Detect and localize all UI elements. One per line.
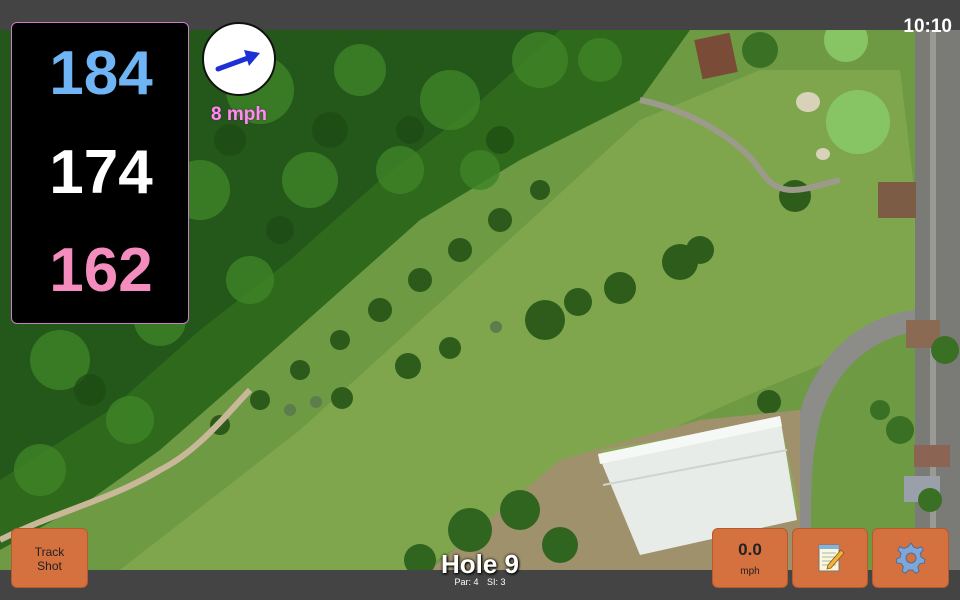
- clock: 10:10: [903, 16, 952, 37]
- gear-icon: [895, 542, 926, 574]
- speed-value: 0.0: [738, 540, 762, 559]
- wind-dial[interactable]: [202, 22, 276, 96]
- settings-button[interactable]: [872, 528, 949, 588]
- speed-unit: mph: [740, 566, 760, 577]
- track-shot-label-line1: Track: [34, 545, 65, 559]
- notepad-icon: [818, 544, 845, 572]
- par-label: Par: 4: [454, 577, 479, 587]
- stroke-index-label: SI: 3: [487, 577, 506, 587]
- golf-gps-screen: 10:10 184 174 162 8 mph Track Shot Hole …: [0, 0, 960, 600]
- notes-button[interactable]: [792, 528, 868, 588]
- front-distance: 162: [49, 236, 153, 305]
- wind-arrow-icon: [215, 50, 260, 72]
- track-shot-label-line2: Shot: [37, 559, 62, 573]
- hole-meta: Par: 4 SI: 3: [420, 577, 540, 587]
- speed-button[interactable]: 0.0 mph: [712, 528, 788, 588]
- middle-distance: 174: [49, 138, 153, 207]
- distance-panel: 184 174 162: [11, 22, 189, 324]
- wind-speed-label: 8 mph: [211, 104, 267, 125]
- back-distance: 184: [49, 39, 153, 108]
- hole-title: Hole 9: [440, 549, 520, 579]
- track-shot-button[interactable]: Track Shot: [11, 528, 88, 588]
